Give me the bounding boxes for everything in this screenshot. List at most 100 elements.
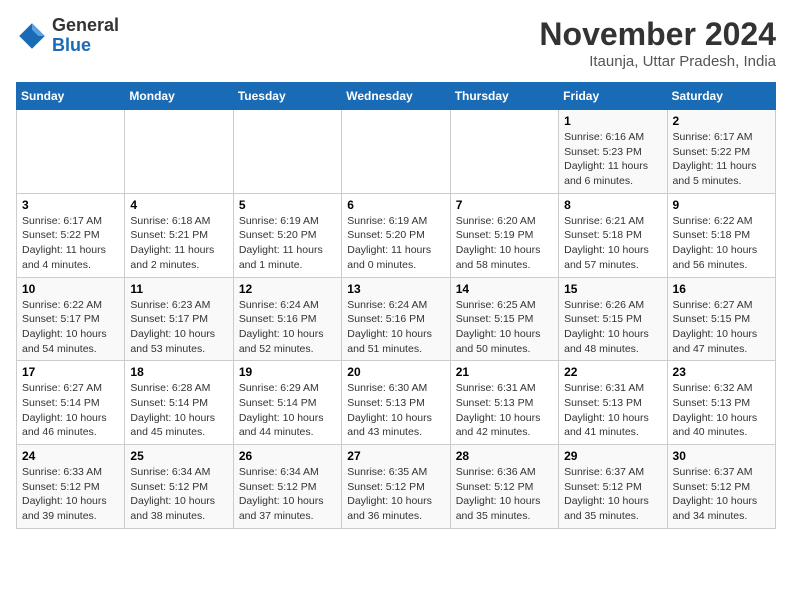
day-info: Sunrise: 6:28 AM Sunset: 5:14 PM Dayligh… (130, 381, 227, 440)
calendar-cell: 19Sunrise: 6:29 AM Sunset: 5:14 PM Dayli… (233, 361, 341, 445)
day-info: Sunrise: 6:34 AM Sunset: 5:12 PM Dayligh… (239, 465, 336, 524)
calendar-cell: 2Sunrise: 6:17 AM Sunset: 5:22 PM Daylig… (667, 110, 775, 194)
calendar-week-row: 10 Sunrise: 6:22 AM Sunset: 5:17 PM Dayli… (17, 277, 776, 361)
calendar-cell: 8 Sunrise: 6:21 AM Sunset: 5:18 PM Daylig… (559, 193, 667, 277)
day-number: 19 (239, 365, 336, 379)
calendar-cell: 1 Sunrise: 6:16 AM Sunset: 5:23 PM Daylig… (559, 110, 667, 194)
day-number: 6 (347, 198, 444, 212)
day-number: 12 (239, 282, 336, 296)
calendar-cell: 27Sunrise: 6:35 AM Sunset: 5:12 PM Dayli… (342, 445, 450, 529)
day-number: 9 (673, 198, 770, 212)
day-of-week-header: Monday (125, 83, 233, 110)
calendar-cell: 23 Sunrise: 6:32 AM Sunset: 5:13 PM Dayli… (667, 361, 775, 445)
calendar-week-row: 1 Sunrise: 6:16 AM Sunset: 5:23 PM Daylig… (17, 110, 776, 194)
day-info: Sunrise: 6:20 AM Sunset: 5:19 PM Dayligh… (456, 214, 553, 273)
calendar-week-row: 17Sunrise: 6:27 AM Sunset: 5:14 PM Dayli… (17, 361, 776, 445)
day-info: Sunrise: 6:37 AM Sunset: 5:12 PM Dayligh… (673, 465, 770, 524)
logo: General Blue (16, 16, 119, 56)
day-number: 17 (22, 365, 119, 379)
calendar-cell: 26 Sunrise: 6:34 AM Sunset: 5:12 PM Dayli… (233, 445, 341, 529)
calendar-cell: 18 Sunrise: 6:28 AM Sunset: 5:14 PM Dayli… (125, 361, 233, 445)
day-of-week-header: Friday (559, 83, 667, 110)
day-info: Sunrise: 6:27 AM Sunset: 5:15 PM Dayligh… (673, 298, 770, 357)
day-info: Sunrise: 6:22 AM Sunset: 5:17 PM Dayligh… (22, 298, 119, 357)
day-number: 21 (456, 365, 553, 379)
day-info: Sunrise: 6:32 AM Sunset: 5:13 PM Dayligh… (673, 381, 770, 440)
calendar-header-row: SundayMondayTuesdayWednesdayThursdayFrid… (17, 83, 776, 110)
calendar-week-row: 24 Sunrise: 6:33 AM Sunset: 5:12 PM Dayli… (17, 445, 776, 529)
day-number: 4 (130, 198, 227, 212)
day-of-week-header: Saturday (667, 83, 775, 110)
day-number: 1 (564, 114, 661, 128)
day-number: 24 (22, 449, 119, 463)
day-of-week-header: Thursday (450, 83, 558, 110)
calendar-cell: 15 Sunrise: 6:26 AM Sunset: 5:15 PM Dayli… (559, 277, 667, 361)
calendar-cell: 12 Sunrise: 6:24 AM Sunset: 5:16 PM Dayli… (233, 277, 341, 361)
day-number: 5 (239, 198, 336, 212)
calendar-cell: 9 Sunrise: 6:22 AM Sunset: 5:18 PM Daylig… (667, 193, 775, 277)
day-number: 27 (347, 449, 444, 463)
logo-icon (16, 20, 48, 52)
day-info: Sunrise: 6:17 AM Sunset: 5:22 PM Dayligh… (673, 130, 770, 189)
calendar-week-row: 3 Sunrise: 6:17 AM Sunset: 5:22 PM Daylig… (17, 193, 776, 277)
day-info: Sunrise: 6:23 AM Sunset: 5:17 PM Dayligh… (130, 298, 227, 357)
day-info: Sunrise: 6:26 AM Sunset: 5:15 PM Dayligh… (564, 298, 661, 357)
calendar-cell: 14 Sunrise: 6:25 AM Sunset: 5:15 PM Dayli… (450, 277, 558, 361)
day-info: Sunrise: 6:22 AM Sunset: 5:18 PM Dayligh… (673, 214, 770, 273)
day-number: 16 (673, 282, 770, 296)
calendar-cell: 24 Sunrise: 6:33 AM Sunset: 5:12 PM Dayli… (17, 445, 125, 529)
day-number: 22 (564, 365, 661, 379)
day-number: 7 (456, 198, 553, 212)
day-number: 14 (456, 282, 553, 296)
day-number: 10 (22, 282, 119, 296)
calendar-cell: 13 Sunrise: 6:24 AM Sunset: 5:16 PM Dayli… (342, 277, 450, 361)
logo-text: General Blue (52, 16, 119, 56)
title-block: November 2024 Itaunja, Uttar Pradesh, In… (539, 16, 776, 70)
calendar-cell (450, 110, 558, 194)
day-info: Sunrise: 6:30 AM Sunset: 5:13 PM Dayligh… (347, 381, 444, 440)
calendar-cell: 17Sunrise: 6:27 AM Sunset: 5:14 PM Dayli… (17, 361, 125, 445)
calendar-cell: 6 Sunrise: 6:19 AM Sunset: 5:20 PM Daylig… (342, 193, 450, 277)
day-info: Sunrise: 6:18 AM Sunset: 5:21 PM Dayligh… (130, 214, 227, 273)
day-info: Sunrise: 6:36 AM Sunset: 5:12 PM Dayligh… (456, 465, 553, 524)
day-number: 20 (347, 365, 444, 379)
calendar-cell: 10 Sunrise: 6:22 AM Sunset: 5:17 PM Dayli… (17, 277, 125, 361)
day-of-week-header: Tuesday (233, 83, 341, 110)
calendar-cell (342, 110, 450, 194)
day-number: 29 (564, 449, 661, 463)
calendar-cell: 16 Sunrise: 6:27 AM Sunset: 5:15 PM Dayli… (667, 277, 775, 361)
day-number: 26 (239, 449, 336, 463)
day-info: Sunrise: 6:19 AM Sunset: 5:20 PM Dayligh… (347, 214, 444, 273)
day-number: 28 (456, 449, 553, 463)
calendar-table: SundayMondayTuesdayWednesdayThursdayFrid… (16, 82, 776, 529)
day-info: Sunrise: 6:34 AM Sunset: 5:12 PM Dayligh… (130, 465, 227, 524)
day-info: Sunrise: 6:31 AM Sunset: 5:13 PM Dayligh… (456, 381, 553, 440)
calendar-cell: 28 Sunrise: 6:36 AM Sunset: 5:12 PM Dayli… (450, 445, 558, 529)
day-info: Sunrise: 6:24 AM Sunset: 5:16 PM Dayligh… (239, 298, 336, 357)
calendar-cell: 29Sunrise: 6:37 AM Sunset: 5:12 PM Dayli… (559, 445, 667, 529)
calendar-cell: 3 Sunrise: 6:17 AM Sunset: 5:22 PM Daylig… (17, 193, 125, 277)
calendar-cell (125, 110, 233, 194)
page-header: General Blue November 2024 Itaunja, Utta… (16, 16, 776, 70)
day-info: Sunrise: 6:24 AM Sunset: 5:16 PM Dayligh… (347, 298, 444, 357)
calendar-cell (233, 110, 341, 194)
day-number: 18 (130, 365, 227, 379)
day-number: 30 (673, 449, 770, 463)
calendar-cell: 30 Sunrise: 6:37 AM Sunset: 5:12 PM Dayli… (667, 445, 775, 529)
calendar-cell: 5Sunrise: 6:19 AM Sunset: 5:20 PM Daylig… (233, 193, 341, 277)
day-info: Sunrise: 6:16 AM Sunset: 5:23 PM Dayligh… (564, 130, 661, 189)
calendar-cell: 22Sunrise: 6:31 AM Sunset: 5:13 PM Dayli… (559, 361, 667, 445)
day-of-week-header: Sunday (17, 83, 125, 110)
day-number: 23 (673, 365, 770, 379)
day-number: 11 (130, 282, 227, 296)
day-number: 13 (347, 282, 444, 296)
day-number: 8 (564, 198, 661, 212)
day-info: Sunrise: 6:21 AM Sunset: 5:18 PM Dayligh… (564, 214, 661, 273)
calendar-cell: 21 Sunrise: 6:31 AM Sunset: 5:13 PM Dayli… (450, 361, 558, 445)
day-number: 15 (564, 282, 661, 296)
day-info: Sunrise: 6:17 AM Sunset: 5:22 PM Dayligh… (22, 214, 119, 273)
day-info: Sunrise: 6:33 AM Sunset: 5:12 PM Dayligh… (22, 465, 119, 524)
day-number: 3 (22, 198, 119, 212)
calendar-cell: 7 Sunrise: 6:20 AM Sunset: 5:19 PM Daylig… (450, 193, 558, 277)
day-info: Sunrise: 6:25 AM Sunset: 5:15 PM Dayligh… (456, 298, 553, 357)
